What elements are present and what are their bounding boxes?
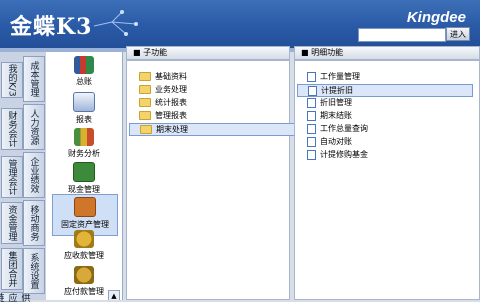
collapse-icon: ■	[301, 48, 312, 57]
analysis-icon	[74, 128, 94, 146]
detail-item[interactable]: 折旧管理	[307, 97, 352, 108]
tab-supply-chain[interactable]: 供应链	[0, 292, 30, 302]
folder-icon	[140, 125, 152, 134]
tab-my-k3[interactable]: 我的K/3	[1, 62, 23, 98]
tab-performance[interactable]: 企业绩效	[23, 152, 45, 198]
detail-item[interactable]: 工作量管理	[307, 71, 360, 82]
detail-header: ■ 明细功能	[294, 46, 480, 60]
document-icon	[307, 136, 316, 147]
detail-item[interactable]: 自动对账	[307, 136, 352, 147]
subfunction-item[interactable]: 统计报表	[139, 97, 187, 108]
subfunction-item[interactable]: 管理报表	[139, 110, 187, 121]
module-receivables[interactable]: 应收款管理	[52, 230, 116, 270]
detail-item-selected[interactable]: 计提折旧	[297, 84, 473, 97]
tab-cost-management[interactable]: 成本管理	[23, 56, 45, 102]
collapse-icon: ■	[133, 48, 144, 57]
folder-icon	[139, 72, 151, 81]
folder-icon	[139, 98, 151, 107]
tab-group-consolidation[interactable]: 集团合并	[1, 248, 23, 290]
tab-financial-accounting[interactable]: 财务会计	[1, 108, 23, 150]
ledger-icon	[74, 56, 94, 74]
enter-button[interactable]: 进入	[446, 27, 470, 41]
subfunction-item[interactable]: 基础资料	[139, 71, 187, 82]
module-panel: 总账 报表 财务分析 现金管理 固定资产管理 应收款管理 应付款管理 ▲	[46, 52, 123, 300]
tab-management-accounting[interactable]: 管理会计	[1, 156, 23, 198]
subfunction-item-selected[interactable]: 期末处理	[129, 123, 295, 136]
app-header: 金蝶K3 Kingdee 进入	[0, 0, 480, 48]
document-icon	[307, 71, 316, 82]
document-icon	[307, 149, 316, 160]
payable-icon	[74, 266, 94, 284]
detail-item[interactable]: 工作总量查询	[307, 123, 368, 134]
document-icon	[307, 97, 316, 108]
document-icon	[307, 123, 316, 134]
folder-icon	[139, 85, 151, 94]
folder-icon	[139, 111, 151, 120]
subfunction-header: ■ 子功能	[126, 46, 290, 60]
search-input[interactable]	[358, 28, 446, 42]
detail-item[interactable]: 期末结账	[307, 110, 352, 121]
module-reports[interactable]: 报表	[52, 92, 116, 132]
module-payables[interactable]: 应付款管理	[52, 266, 116, 300]
asset-icon	[74, 197, 96, 217]
tab-fund-management[interactable]: 资金管理	[1, 202, 23, 244]
document-icon	[308, 85, 317, 96]
subfunction-item[interactable]: 业务处理	[139, 84, 187, 95]
cash-icon	[73, 162, 95, 182]
detail-panel: ■ 明细功能 工作量管理 计提折旧 折旧管理 期末结账 工作总量查询 自动对账 …	[294, 46, 480, 300]
document-icon	[307, 110, 316, 121]
receivable-icon	[74, 230, 94, 248]
subfunction-list: 基础资料 业务处理 统计报表 管理报表 期末处理	[126, 60, 295, 300]
module-tabs: 我的K/3 财务会计 管理会计 资金管理 集团合并 供应链 成本管理 人力资源 …	[0, 52, 46, 302]
detail-list: 工作量管理 计提折旧 折旧管理 期末结账 工作总量查询 自动对账 计提修购基金	[294, 60, 480, 300]
tab-human-resources[interactable]: 人力资源	[23, 104, 45, 150]
detail-item[interactable]: 计提修购基金	[307, 149, 368, 160]
tab-system-settings[interactable]: 系统设置	[23, 248, 45, 294]
tab-mobile-commerce[interactable]: 移动商务	[23, 200, 45, 246]
decoration-graphic	[93, 10, 138, 36]
app-logo: 金蝶K3	[10, 14, 93, 40]
subfunction-panel: ■ 子功能 基础资料 业务处理 统计报表 管理报表 期末处理	[126, 46, 295, 300]
scroll-up-arrow[interactable]: ▲	[108, 290, 120, 300]
report-icon	[73, 92, 95, 112]
brand-name: Kingdee	[406, 9, 466, 26]
module-general-ledger[interactable]: 总账	[52, 56, 116, 96]
